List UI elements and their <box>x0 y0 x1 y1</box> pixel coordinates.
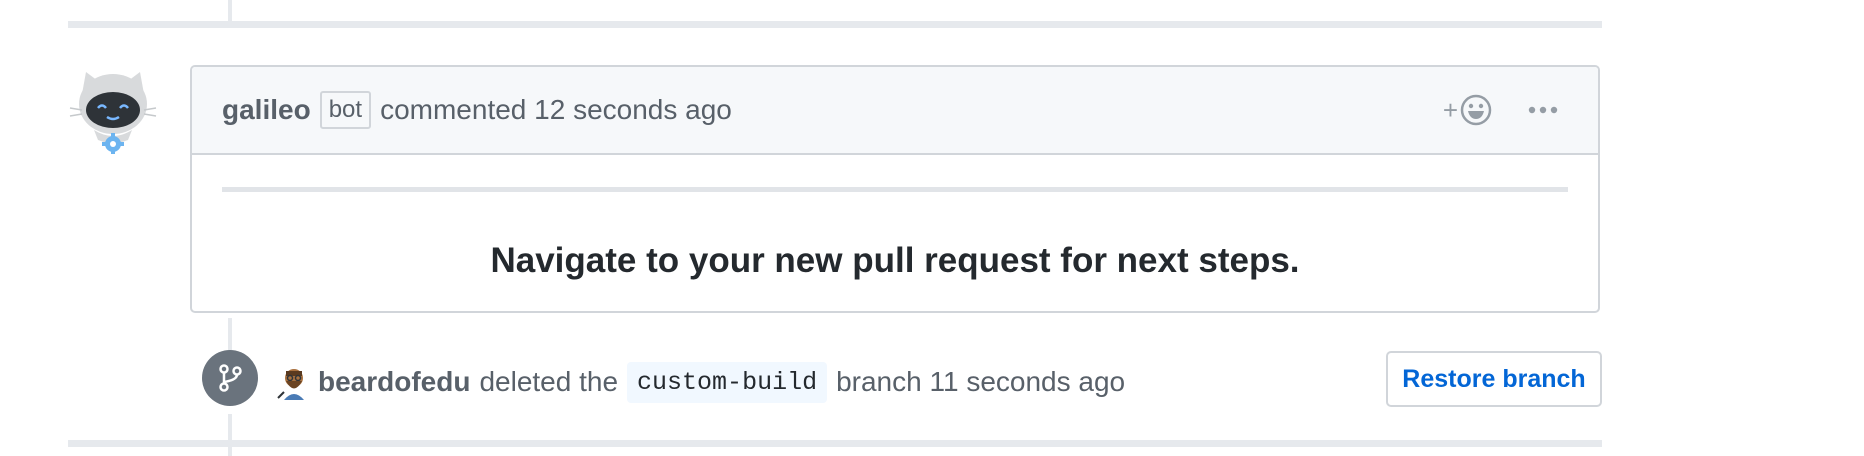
comment-body: Navigate to your new pull request for ne… <box>192 155 1598 311</box>
restore-branch-button[interactable]: Restore branch <box>1386 351 1602 407</box>
event-timestamp-link[interactable]: 11 seconds ago <box>929 366 1125 398</box>
comment-timestamp-link[interactable]: 12 seconds ago <box>534 94 732 126</box>
plus-icon: + <box>1442 94 1458 125</box>
bot-avatar[interactable] <box>68 64 158 154</box>
comment-body-text: Navigate to your new pull request for ne… <box>490 241 1300 280</box>
horizontal-rule <box>222 187 1568 192</box>
timeline-line <box>228 414 232 456</box>
smiley-icon <box>1460 94 1492 126</box>
event-suffix: branch <box>836 366 922 397</box>
bot-badge: bot <box>319 91 372 129</box>
comment-actions: + <box>1443 67 1558 153</box>
comment-author-link[interactable]: galileo <box>222 94 311 126</box>
timeline-divider <box>68 440 1602 447</box>
comment-options-button[interactable] <box>1528 105 1558 115</box>
event-actor-link[interactable]: beardofedu <box>318 366 470 398</box>
comment-header: galileo bot commented 12 seconds ago + <box>192 67 1598 155</box>
branch-name: custom-build <box>627 361 828 403</box>
comment-box: galileo bot commented 12 seconds ago + N… <box>190 65 1600 313</box>
user-avatar[interactable] <box>276 364 312 400</box>
event-badge <box>202 350 258 406</box>
comment-action: commented <box>380 94 527 125</box>
git-branch-icon <box>219 364 242 392</box>
event-action: deleted the <box>479 366 619 397</box>
timeline-divider <box>68 21 1602 28</box>
add-reaction-button[interactable]: + <box>1443 94 1492 126</box>
kebab-horizontal-icon <box>1528 106 1558 114</box>
branch-deleted-event: beardofedu deleted the custom-build bran… <box>276 360 1125 404</box>
